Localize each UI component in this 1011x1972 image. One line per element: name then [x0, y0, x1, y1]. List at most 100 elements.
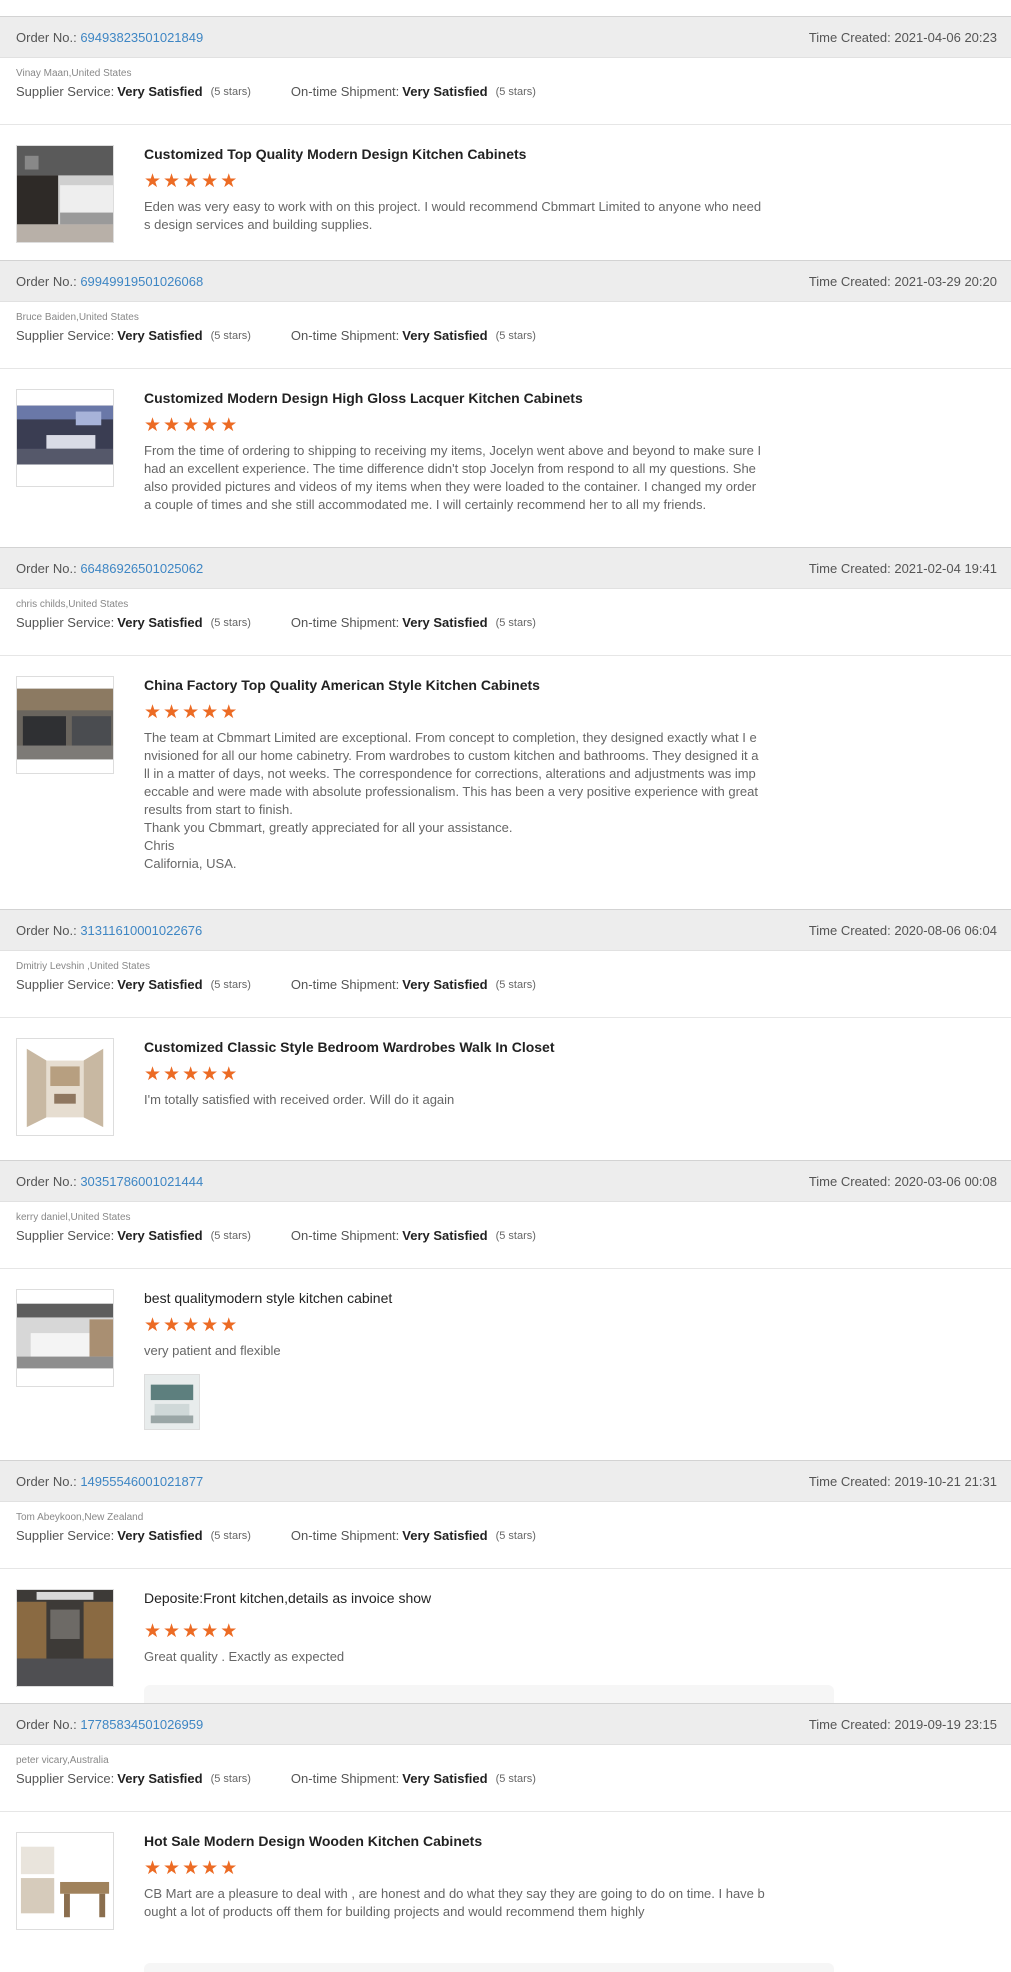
product-title-link[interactable]: Deposite:Front kitchen,details as invoic…: [144, 1589, 799, 1607]
supplier-service-stars: (5 stars): [210, 1772, 251, 1785]
shipment-stars: (5 stars): [495, 1229, 536, 1242]
order-number-link[interactable]: 17785834501026959: [80, 1717, 203, 1732]
kitchen-photo-icon: [145, 1375, 199, 1429]
star-icon: ★: [163, 171, 181, 192]
review-content: Hot Sale Modern Design Wooden Kitchen Ca…: [144, 1832, 799, 1921]
supplier-service-value: Very Satisfied: [117, 84, 203, 99]
product-title-link[interactable]: Customized Classic Style Bedroom Wardrob…: [144, 1038, 799, 1056]
time-created: Time Created: 2021-04-06 20:23: [809, 30, 997, 45]
order-number: Order No.: 30351786001021444: [16, 1174, 203, 1189]
star-icon: ★: [163, 1858, 181, 1879]
buyer-name: peter vicary,Australia: [16, 1755, 109, 1766]
order-number-link[interactable]: 30351786001021444: [80, 1174, 203, 1189]
product-thumbnail[interactable]: [16, 1832, 114, 1930]
shipment-label: On-time Shipment:: [290, 1228, 400, 1243]
star-icon: ★: [144, 702, 162, 723]
reply-panel: [144, 1963, 834, 1972]
star-rating: ★ ★ ★ ★ ★: [144, 1064, 799, 1086]
review-body: best qualitymodern style kitchen cabinet…: [0, 1269, 1011, 1446]
wardrobe-image-icon: [17, 1039, 113, 1135]
time-created-label: Time Created:: [808, 29, 891, 45]
star-rating: ★ ★ ★ ★ ★: [144, 1858, 799, 1880]
time-created-label: Time Created:: [808, 1473, 891, 1489]
order-header: Order No.: 31311610001022676 Time Create…: [0, 909, 1011, 951]
review-body: Customized Modern Design High Gloss Lacq…: [0, 369, 1011, 530]
ratings-row: Supplier Service: Very Satisfied (5 stars)…: [16, 1228, 1011, 1243]
time-created-label: Time Created:: [808, 922, 891, 938]
order-number-link[interactable]: 69949919501026068: [80, 274, 203, 289]
review-comment: From the time of ordering to shipping to…: [144, 443, 762, 512]
shipment-label: On-time Shipment:: [290, 1528, 400, 1543]
time-created: Time Created: 2021-02-04 19:41: [809, 561, 997, 576]
order-number-link[interactable]: 66486926501025062: [80, 561, 203, 576]
time-created-label: Time Created:: [808, 1173, 891, 1189]
review-content: Customized Classic Style Bedroom Wardrob…: [144, 1038, 799, 1109]
supplier-service-rating: Supplier Service: Very Satisfied (5 stars): [16, 84, 251, 99]
star-icon: ★: [144, 1858, 162, 1879]
ratings-row: Supplier Service: Very Satisfied (5 stars)…: [16, 328, 1011, 343]
shipment-stars: (5 stars): [495, 329, 536, 342]
time-created-value: 2019-09-19 23:15: [894, 1716, 997, 1732]
ratings-row: Supplier Service: Very Satisfied (5 stars)…: [16, 1771, 1011, 1786]
order-number-link[interactable]: 14955546001021877: [80, 1474, 203, 1489]
star-icon: ★: [144, 1315, 162, 1336]
buyer-info: chris childs,United States Supplier Serv…: [0, 589, 1011, 656]
review-content: best qualitymodern style kitchen cabinet…: [144, 1289, 799, 1430]
buyer-info: Vinay Maan,United States Supplier Servic…: [0, 58, 1011, 125]
order-header: Order No.: 69493823501021849 Time Create…: [0, 16, 1011, 58]
product-thumbnail[interactable]: [16, 1589, 114, 1687]
star-rating: ★ ★ ★ ★ ★: [144, 415, 799, 437]
shipment-stars: (5 stars): [495, 85, 536, 98]
shipment-value: Very Satisfied: [402, 1528, 488, 1543]
star-icon: ★: [201, 1315, 219, 1336]
order-number-link[interactable]: 69493823501021849: [80, 30, 203, 45]
shipment-label: On-time Shipment:: [290, 328, 400, 343]
star-icon: ★: [163, 702, 181, 723]
shipment-value: Very Satisfied: [402, 84, 488, 99]
shipment-rating: On-time Shipment: Very Satisfied (5 stars): [291, 1228, 536, 1243]
product-thumbnail[interactable]: [16, 676, 114, 774]
review-body: Hot Sale Modern Design Wooden Kitchen Ca…: [0, 1812, 1011, 1937]
product-title-link[interactable]: Hot Sale Modern Design Wooden Kitchen Ca…: [144, 1832, 799, 1850]
order-number-link[interactable]: 31311610001022676: [80, 923, 202, 938]
product-thumbnail[interactable]: [16, 1038, 114, 1136]
star-icon: ★: [163, 1621, 181, 1642]
star-icon: ★: [163, 415, 181, 436]
star-icon: ★: [182, 1064, 200, 1085]
star-rating: ★ ★ ★ ★ ★: [144, 702, 799, 724]
review-body: Customized Classic Style Bedroom Wardrob…: [0, 1018, 1011, 1136]
supplier-service-value: Very Satisfied: [117, 1771, 203, 1786]
order-header: Order No.: 69949919501026068 Time Create…: [0, 260, 1011, 302]
review-comment: very patient and flexible: [144, 1343, 281, 1358]
supplier-service-value: Very Satisfied: [117, 1228, 203, 1243]
review-photo[interactable]: [144, 1374, 200, 1430]
shipment-label: On-time Shipment:: [290, 1771, 400, 1786]
star-icon: ★: [220, 1858, 238, 1879]
review-comment: CB Mart are a pleasure to deal with , ar…: [144, 1886, 765, 1919]
kitchen-image-icon: [17, 1833, 113, 1929]
product-title-link[interactable]: best qualitymodern style kitchen cabinet: [144, 1289, 799, 1307]
buyer-info: Dmitriy Levshin ,United States Supplier …: [0, 951, 1011, 1018]
star-icon: ★: [201, 415, 219, 436]
time-created-value: 2021-02-04 19:41: [894, 560, 997, 576]
time-created-label: Time Created:: [808, 273, 891, 289]
product-title-link[interactable]: Customized Modern Design High Gloss Lacq…: [144, 389, 799, 407]
product-title-link[interactable]: China Factory Top Quality American Style…: [144, 676, 799, 694]
time-created: Time Created: 2020-08-06 06:04: [809, 923, 997, 938]
star-icon: ★: [182, 1858, 200, 1879]
shipment-rating: On-time Shipment: Very Satisfied (5 stars): [291, 977, 536, 992]
product-thumbnail[interactable]: [16, 1289, 114, 1387]
buyer-info: kerry daniel,United States Supplier Serv…: [0, 1202, 1011, 1269]
buyer-name: Dmitriy Levshin ,United States: [16, 961, 150, 972]
supplier-service-label: Supplier Service:: [16, 328, 115, 343]
shipment-value: Very Satisfied: [402, 1771, 488, 1786]
order-number: Order No.: 66486926501025062: [16, 561, 203, 576]
review-content: Customized Top Quality Modern Design Kit…: [144, 145, 799, 234]
product-thumbnail[interactable]: [16, 145, 114, 243]
product-thumbnail[interactable]: [16, 389, 114, 487]
product-title-link[interactable]: Customized Top Quality Modern Design Kit…: [144, 145, 799, 163]
order-no-label: Order No.:: [16, 922, 77, 938]
order-no-label: Order No.:: [16, 1716, 77, 1732]
kitchen-image-icon: [17, 146, 113, 242]
supplier-service-rating: Supplier Service: Very Satisfied (5 stars): [16, 1528, 251, 1543]
